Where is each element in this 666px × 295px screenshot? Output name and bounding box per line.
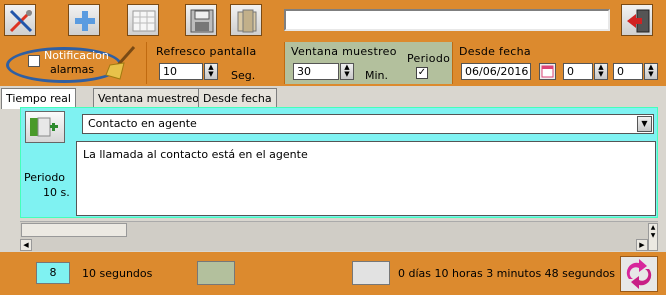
top-toolbar (0, 0, 666, 39)
tab-tiempo-real[interactable]: Tiempo real (1, 88, 76, 109)
state-select[interactable]: Contacto en agente ▼ (82, 114, 654, 134)
count-badge: 8 (36, 262, 70, 284)
notification-checkbox[interactable] (28, 55, 40, 67)
refresh-spinner[interactable]: 10 ▲ ▼ (159, 63, 218, 80)
scroll-right-icon[interactable]: ▶ (636, 239, 648, 251)
title-input[interactable] (284, 9, 610, 31)
status-bar: 8 10 segundos 0 días 10 horas 3 minutos … (0, 252, 666, 295)
add-button[interactable] (68, 4, 100, 36)
date-label: Desde fecha (459, 45, 531, 58)
folder-button[interactable] (230, 4, 262, 36)
window-unit: Min. (365, 69, 389, 82)
realtime-panel: Periodo 10 s. Contacto en agente ▼ La ll… (20, 107, 658, 218)
tab-bar: Tiempo real Ventana muestreo Desde fecha (0, 86, 666, 109)
description-text: La llamada al contacto está en el agente (83, 148, 308, 161)
calendar-button[interactable] (539, 63, 556, 80)
calendar-grid-icon (132, 10, 156, 32)
refresh-button[interactable] (620, 256, 658, 292)
calendar-icon (541, 65, 554, 78)
chevron-down-icon[interactable]: ▼ (637, 116, 652, 132)
exit-button[interactable] (621, 4, 653, 36)
horizontal-scrollbar[interactable]: ◀ ▶ ▲ ▼ (20, 221, 658, 251)
tools-icon (9, 9, 33, 33)
window-group: Ventana muestreo 30 ▲ ▼ Min. Periodo ✓ (284, 42, 452, 84)
tab-ventana-muestreo[interactable]: Ventana muestreo (93, 88, 204, 108)
notification-label-1: Notificacion (44, 49, 109, 62)
periodo-value: 10 s. (43, 186, 70, 199)
hour-value: 0 (567, 65, 574, 78)
notification-label-2: alarmas (50, 63, 95, 76)
window-value: 30 (297, 65, 311, 78)
refresh-label: Refresco pantalla (156, 45, 257, 58)
scroll-left-icon[interactable]: ◀ (20, 239, 32, 251)
date-input[interactable]: 06/06/2016 (461, 63, 531, 80)
tab-desde-fecha[interactable]: Desde fecha (198, 88, 277, 108)
description-area[interactable]: La llamada al contacto está en el agente (76, 141, 656, 216)
window-periodo-checkbox[interactable]: ✓ (416, 67, 428, 79)
window-spinner[interactable]: 30 ▲ ▼ (293, 63, 354, 80)
export-button[interactable] (25, 111, 65, 143)
date-value: 06/06/2016 (465, 65, 529, 78)
calendar-grid-button[interactable] (127, 4, 159, 36)
status-swatch-gray (352, 261, 390, 285)
window-label: Ventana muestreo (291, 45, 397, 58)
status-swatch-green (197, 261, 235, 285)
minute-value: 0 (617, 65, 624, 78)
refresh-group: Refresco pantalla 10 ▲ ▼ Seg. (146, 42, 284, 84)
export-sheet-icon (30, 117, 58, 137)
save-button[interactable] (185, 4, 217, 36)
add-icon (75, 11, 95, 31)
refresh-unit: Seg. (231, 69, 256, 82)
spin-arrows-icon[interactable]: ▲ ▼ (594, 63, 608, 80)
spin-arrows-icon[interactable]: ▲ ▼ (204, 63, 218, 80)
minute-spinner[interactable]: 0 ▲ ▼ (613, 63, 658, 80)
periodo-label: Periodo (24, 171, 66, 184)
state-select-value: Contacto en agente (88, 117, 197, 130)
refresh-value: 10 (163, 65, 177, 78)
seconds-text: 10 segundos (82, 267, 153, 280)
refresh-icon (626, 259, 652, 289)
date-group: Desde fecha 06/06/2016 0 ▲ ▼ 0 ▲ ▼ (452, 42, 666, 84)
spin-arrows-icon[interactable]: ▲ ▼ (644, 63, 658, 80)
save-icon (190, 9, 214, 33)
folder-icon (237, 9, 257, 33)
spin-arrows-icon[interactable]: ▲ ▼ (340, 63, 354, 80)
scroll-thumb[interactable] (21, 223, 127, 237)
control-bar: Notificacion alarmas Refresco pantalla 1… (0, 39, 666, 86)
broom-icon[interactable] (104, 45, 140, 81)
elapsed-text: 0 días 10 horas 3 minutos 48 segundos (398, 267, 616, 280)
tools-button[interactable] (4, 4, 36, 36)
hour-spinner[interactable]: 0 ▲ ▼ (563, 63, 608, 80)
window-periodo-label: Periodo (407, 52, 451, 65)
scroll-spin-icon[interactable]: ▲ ▼ (648, 223, 658, 251)
exit-door-icon (627, 9, 650, 33)
